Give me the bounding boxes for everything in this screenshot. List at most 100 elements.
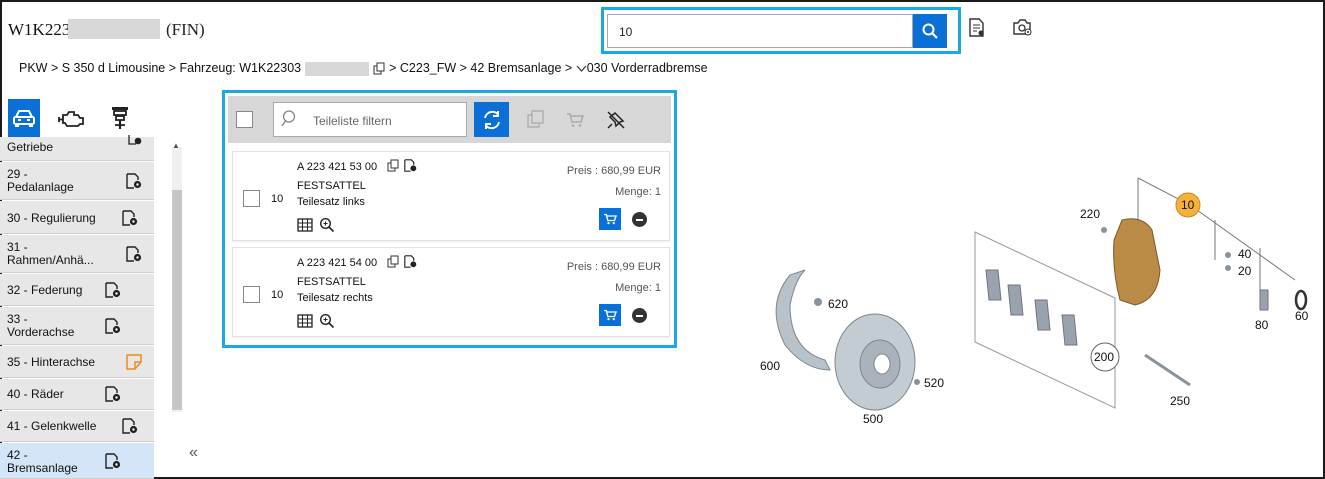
- callout-520[interactable]: 520: [924, 376, 944, 390]
- part-select-checkbox[interactable]: [243, 190, 260, 207]
- part-row: 10 A 223 421 54 00 FESTSATTEL Teilesatz …: [232, 247, 670, 337]
- parts-doc-icon: [105, 282, 121, 301]
- part-position: 10: [271, 289, 284, 301]
- sidebar-item-pedalanlage[interactable]: 29 - Pedalanlage: [0, 162, 154, 200]
- document-search-icon[interactable]: [968, 18, 986, 43]
- part-description: Teilesatz rechts: [297, 292, 373, 304]
- refresh-button[interactable]: [474, 102, 509, 137]
- sidebar-item-federung[interactable]: 32 - Federung: [0, 274, 154, 306]
- breadcrumb-path[interactable]: PKW > S 350 d Limousine > Fahrzeug: W1K2…: [19, 61, 301, 75]
- sidebar-item-label-2: Rahmen/Anhä...: [7, 253, 94, 267]
- parts-doc-icon: [105, 453, 121, 472]
- part-quantity: Menge: 1: [615, 282, 661, 294]
- camera-search-icon[interactable]: [1012, 18, 1034, 43]
- sidebar-item-raeder[interactable]: 40 - Räder: [0, 379, 154, 410]
- parts-doc-icon: [105, 318, 121, 337]
- parts-doc-icon: [128, 134, 142, 148]
- scroll-up-icon[interactable]: ▲: [172, 141, 180, 150]
- table-icon[interactable]: [297, 218, 313, 237]
- tab-transmission[interactable]: [104, 99, 136, 137]
- sidebar-item-bremsanlage[interactable]: 42 - Bremsanlage: [0, 443, 154, 479]
- parts-diagram[interactable]: 10 220 40 20 80 60 620 600 200 520 500 2…: [750, 150, 1320, 440]
- vin-prefix: W1K223: [8, 20, 71, 39]
- callout-10[interactable]: 10: [1181, 198, 1194, 212]
- part-name: FESTSATTEL: [297, 180, 366, 192]
- part-description: Teilesatz links: [297, 196, 365, 208]
- sidebar-item-label: Getriebe: [7, 140, 54, 154]
- remove-button[interactable]: [632, 308, 647, 323]
- unpin-icon[interactable]: [606, 110, 626, 135]
- copy-icon[interactable]: [387, 255, 400, 268]
- part-number: A 223 421 54 00: [297, 257, 378, 269]
- callout-200[interactable]: 200: [1094, 350, 1114, 364]
- callout-20[interactable]: 20: [1238, 264, 1251, 278]
- parts-doc-icon: [105, 386, 121, 405]
- parts-doc-icon[interactable]: [404, 255, 417, 268]
- cart-icon[interactable]: [566, 112, 584, 133]
- breadcrumb: PKW > S 350 d Limousine > Fahrzeug: W1K2…: [19, 61, 708, 76]
- add-to-cart-button[interactable]: [599, 208, 621, 230]
- callout-220[interactable]: 220: [1080, 207, 1100, 221]
- sidebar-item-gelenkwelle[interactable]: 41 - Gelenkwelle: [0, 411, 154, 442]
- callout-620[interactable]: 620: [828, 297, 848, 311]
- part-price: Preis : 680,99 EUR: [566, 165, 661, 177]
- search-icon: [922, 23, 938, 39]
- copy-icon[interactable]: [527, 110, 545, 133]
- parts-doc-icon: [126, 173, 142, 192]
- breadcrumb-path-2[interactable]: > C223_FW > 42 Bremsanlage >: [389, 61, 572, 75]
- sidebar-item-getriebe[interactable]: Getriebe: [0, 134, 154, 161]
- search-input[interactable]: 10: [607, 14, 913, 48]
- tab-engine[interactable]: [56, 99, 88, 137]
- car-icon: [13, 110, 35, 127]
- parts-doc-icon[interactable]: [404, 159, 417, 172]
- sidebar-item-label-2: Bremsanlage: [7, 461, 78, 475]
- part-position: 10: [271, 193, 284, 205]
- sidebar-item-rahmen[interactable]: 31 - Rahmen/Anhä...: [0, 235, 154, 273]
- add-to-cart-button[interactable]: [599, 304, 621, 326]
- collapse-sidebar-button[interactable]: «: [189, 444, 198, 462]
- breadcrumb-current: 030 Vorderradbremse: [586, 61, 708, 75]
- gearbox-icon: [112, 107, 128, 129]
- sidebar-item-label: 40 - Räder: [7, 387, 64, 401]
- sidebar-item-regulierung[interactable]: 30 - Regulierung: [0, 201, 154, 234]
- chevron-down-icon[interactable]: [576, 65, 587, 73]
- cart-icon: [604, 213, 617, 225]
- copy-icon[interactable]: [373, 62, 386, 75]
- part-number-icons: [387, 159, 417, 177]
- search-icon: [281, 109, 299, 134]
- part-number-icons: [387, 255, 417, 273]
- remove-button[interactable]: [632, 212, 647, 227]
- part-quantity: Menge: 1: [615, 186, 661, 198]
- part-select-checkbox[interactable]: [243, 286, 260, 303]
- sidebar-item-label: 30 - Regulierung: [7, 211, 96, 225]
- parts-doc-icon: [126, 246, 142, 265]
- callout-250[interactable]: 250: [1170, 394, 1190, 408]
- parts-filter-input[interactable]: Teileliste filtern: [273, 102, 467, 137]
- select-all-checkbox[interactable]: [236, 111, 253, 128]
- callout-600[interactable]: 600: [760, 359, 780, 373]
- tab-vehicle[interactable]: [8, 99, 40, 137]
- parts-doc-warning-icon: [126, 354, 142, 373]
- vin-suffix: (FIN): [166, 20, 205, 39]
- engine-icon: [58, 111, 84, 127]
- callout-80[interactable]: 80: [1255, 318, 1268, 332]
- part-row: 10 A 223 421 53 00 FESTSATTEL Teilesatz …: [232, 151, 670, 241]
- part-price: Preis : 680,99 EUR: [566, 261, 661, 273]
- sidebar-item-label: 32 - Federung: [7, 283, 83, 297]
- sidebar-item-hinterachse[interactable]: 35 - Hinterachse: [0, 346, 154, 378]
- zoom-icon[interactable]: [319, 217, 335, 238]
- sidebar-item-label: 35 - Hinterachse: [7, 355, 96, 369]
- copy-icon[interactable]: [387, 159, 400, 172]
- table-icon[interactable]: [297, 314, 313, 333]
- search-button[interactable]: [913, 14, 947, 48]
- zoom-icon[interactable]: [319, 313, 335, 334]
- sidebar-item-vorderachse[interactable]: 33 - Vorderachse: [0, 307, 154, 345]
- callout-40[interactable]: 40: [1238, 247, 1251, 261]
- callout-500[interactable]: 500: [863, 412, 883, 426]
- sidebar-scrollbar-thumb[interactable]: [172, 190, 182, 410]
- callout-60[interactable]: 60: [1295, 309, 1308, 323]
- parts-doc-icon: [122, 418, 138, 437]
- breadcrumb-redaction: [305, 61, 370, 76]
- cart-icon: [604, 309, 617, 321]
- sidebar-item-label-2: Vorderachse: [7, 325, 75, 339]
